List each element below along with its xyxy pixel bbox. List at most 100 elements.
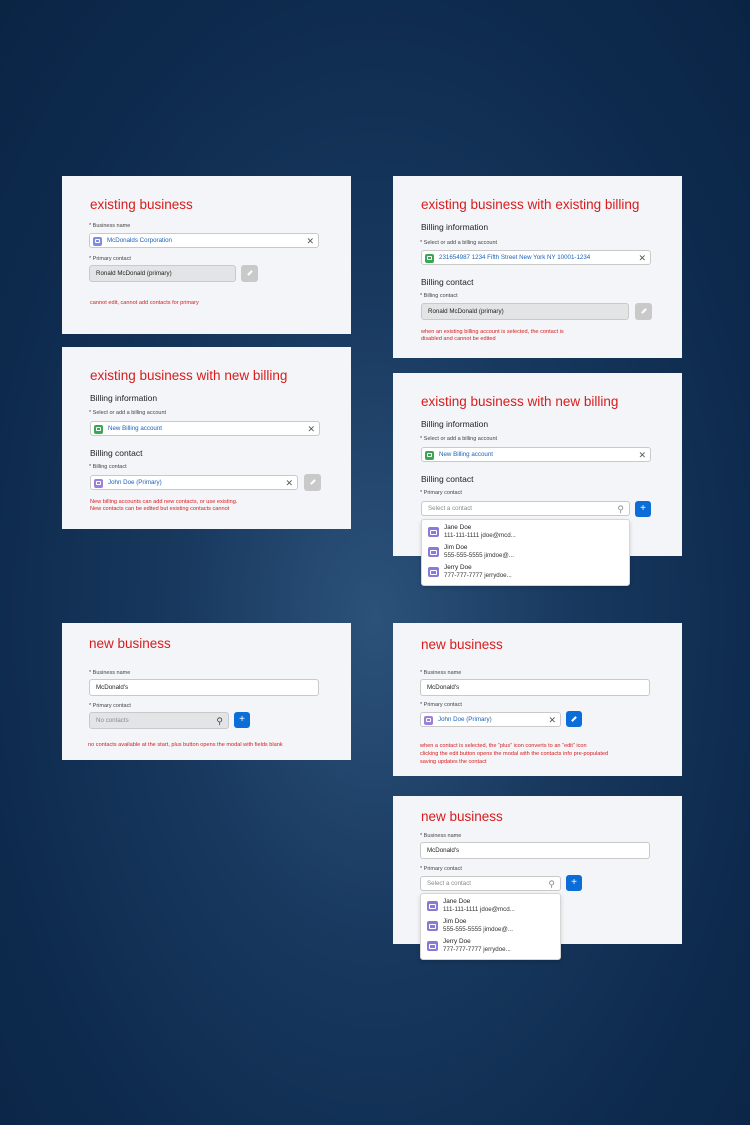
panel-title: existing business with existing billing <box>421 197 640 212</box>
business-name-value: McDonalds Corporation <box>107 237 172 244</box>
add-contact-button[interactable]: + <box>566 875 582 891</box>
primary-contact-label: * Primary contact <box>89 256 131 262</box>
contact-search-placeholder: Select a contact <box>427 880 472 887</box>
clear-icon[interactable]: ✕ <box>548 714 556 726</box>
billing-account-value: New Billing account <box>108 425 162 432</box>
billing-account-lookup[interactable]: 231654987 1234 Fifth Street New York NY … <box>421 250 651 265</box>
billing-account-icon <box>425 253 434 263</box>
billing-account-lookup[interactable]: New Billing account ✕ <box>421 447 651 462</box>
contact-name: Jane Doe <box>443 898 471 905</box>
primary-contact-label: * Primary contact <box>420 490 462 496</box>
contact-icon <box>427 941 438 951</box>
billing-account-icon <box>425 450 434 460</box>
business-name-label: * Business name <box>420 670 462 676</box>
billing-contact-heading: Billing contact <box>421 277 474 287</box>
list-item[interactable]: Jane Doe 111-111-1111 jdoe@mcd... <box>422 522 629 542</box>
billing-contact-heading: Billing contact <box>90 448 143 458</box>
billing-contact-heading: Billing contact <box>421 474 474 484</box>
primary-contact-label: * Primary contact <box>420 702 462 708</box>
list-item[interactable]: Jim Doe 555-555-5555 jimdoe@... <box>422 542 629 562</box>
business-name-lookup[interactable]: McDonalds Corporation ✕ <box>89 233 319 248</box>
business-name-input[interactable]: McDonald's <box>89 679 319 696</box>
contact-dropdown: Jane Doe 111-111-1111 jdoe@mcd... Jim Do… <box>421 519 630 586</box>
contact-icon <box>427 901 438 911</box>
contact-detail: 111-111-1111 jdoe@mcd... <box>443 906 515 913</box>
billing-account-label: * Select or add a billing account <box>420 436 498 442</box>
clear-icon[interactable]: ✕ <box>638 252 646 264</box>
billing-info-heading: Billing information <box>421 222 489 232</box>
panel-note-line: when a contact is selected, the “plus” i… <box>420 743 587 749</box>
clear-icon[interactable]: ✕ <box>307 423 315 435</box>
add-contact-button[interactable]: + <box>635 501 651 517</box>
billing-contact-label: * Billing contact <box>89 464 127 470</box>
panel-note-line: disabled and cannot be edited <box>421 336 496 342</box>
search-icon: ⚲ <box>617 504 624 514</box>
clear-icon[interactable]: ✕ <box>285 477 293 489</box>
business-name-value: McDonald's <box>427 847 460 854</box>
account-icon <box>93 236 102 246</box>
panel-note: no contacts available at the start, plus… <box>88 742 283 748</box>
list-item[interactable]: Jane Doe 111-111-1111 jdoe@mcd... <box>421 896 560 916</box>
billing-contact-value: Ronald McDonald (primary) <box>428 308 504 315</box>
panel-title: existing business with new billing <box>421 394 619 409</box>
business-name-value: McDonald's <box>427 684 460 691</box>
contact-icon <box>428 567 439 577</box>
contact-search-input[interactable]: Select a contact ⚲ <box>421 501 630 516</box>
search-icon: ⚲ <box>548 879 555 889</box>
pencil-icon <box>309 479 316 485</box>
add-contact-button[interactable]: + <box>234 712 250 728</box>
primary-contact-label: * Primary contact <box>89 703 131 709</box>
business-name-label: * Business name <box>89 670 131 676</box>
contact-dropdown: Jane Doe 111-111-1111 jdoe@mcd... Jim Do… <box>420 893 561 960</box>
panel-new-business-contact-selected: new business * Business name McDonald's … <box>393 623 682 776</box>
primary-contact-field: Ronald McDonald (primary) <box>89 265 236 282</box>
primary-contact-value: Ronald McDonald (primary) <box>96 270 172 277</box>
contact-name: Jim Doe <box>444 544 468 551</box>
primary-contact-lookup[interactable]: John Doe (Primary) ✕ <box>420 712 561 727</box>
panel-existing-business-new-billing: existing business with new billing Billi… <box>62 347 351 529</box>
clear-icon[interactable]: ✕ <box>306 235 314 247</box>
pencil-icon <box>246 270 253 276</box>
contact-detail: 777-777-7777 jerrydoe... <box>443 946 511 953</box>
search-icon: ⚲ <box>216 716 223 726</box>
pencil-icon <box>571 716 577 722</box>
billing-account-lookup[interactable]: New Billing account ✕ <box>90 421 320 436</box>
business-name-input[interactable]: McDonald's <box>420 679 650 696</box>
contact-detail: 111-111-1111 jdoe@mcd... <box>444 532 516 539</box>
list-item[interactable]: Jim Doe 555-555-5555 jimdoe@... <box>421 916 560 936</box>
billing-account-label: * Select or add a billing account <box>420 240 498 246</box>
edit-contact-button[interactable] <box>566 711 582 727</box>
edit-button <box>241 265 258 282</box>
panel-note-line: New contacts can be edited but existing … <box>90 506 230 512</box>
panel-note-line: clicking the edit button opens the modal… <box>420 751 609 757</box>
contact-icon <box>428 527 439 537</box>
contact-icon <box>94 478 103 488</box>
business-name-value: McDonald's <box>96 684 129 691</box>
business-name-label: * Business name <box>89 223 131 229</box>
billing-account-icon <box>94 424 103 434</box>
contact-detail: 555-555-5555 jimdoe@... <box>443 926 513 933</box>
billing-contact-lookup[interactable]: John Doe (Primary) ✕ <box>90 475 298 490</box>
edit-button <box>304 474 321 491</box>
contact-search-input: No contacts ⚲ <box>89 712 229 729</box>
panel-title: existing business <box>90 197 193 212</box>
list-item[interactable]: Jerry Doe 777-777-7777 jerrydoe... <box>422 562 629 582</box>
list-item[interactable]: Jerry Doe 777-777-7777 jerrydoe... <box>421 936 560 956</box>
contact-icon <box>424 715 433 725</box>
panel-existing-business-existing-billing: existing business with existing billing … <box>393 176 682 358</box>
billing-info-heading: Billing information <box>421 419 489 429</box>
billing-contact-value: John Doe (Primary) <box>108 479 162 486</box>
contact-detail: 555-555-5555 jimdoe@... <box>444 552 514 559</box>
panel-title: new business <box>89 636 171 651</box>
contact-icon <box>427 921 438 931</box>
panel-title: new business <box>421 809 503 824</box>
panel-new-business: new business * Business name McDonald's … <box>62 623 351 760</box>
contact-search-input[interactable]: Select a contact ⚲ <box>420 876 561 891</box>
panel-note: cannot edit, cannot add contacts for pri… <box>90 300 199 306</box>
primary-contact-label: * Primary contact <box>420 866 462 872</box>
business-name-input[interactable]: McDonald's <box>420 842 650 859</box>
clear-icon[interactable]: ✕ <box>638 449 646 461</box>
business-name-label: * Business name <box>420 833 462 839</box>
billing-account-value: 231654987 1234 Fifth Street New York NY … <box>439 254 591 261</box>
contact-search-placeholder: No contacts <box>96 717 129 724</box>
